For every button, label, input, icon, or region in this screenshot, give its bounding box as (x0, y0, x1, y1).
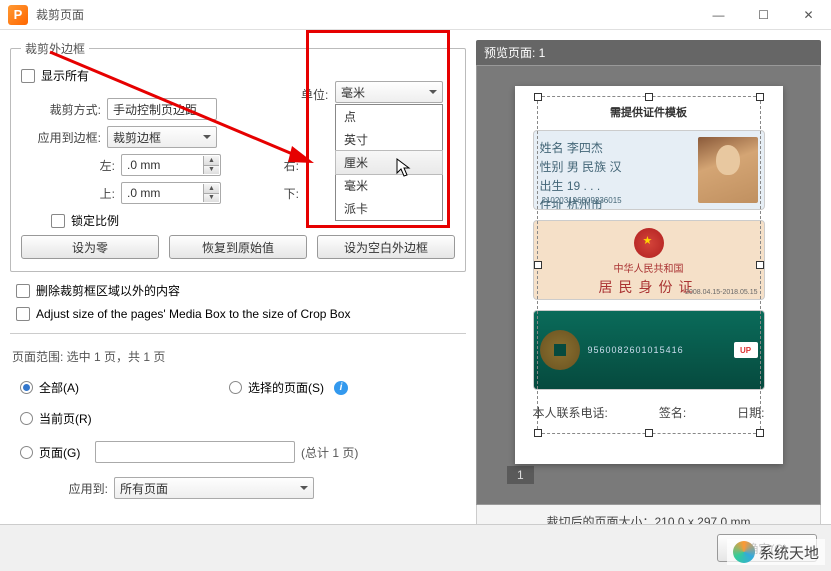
close-button[interactable]: ✕ (786, 0, 831, 30)
crop-handle-tl[interactable] (534, 93, 542, 101)
watermark-text: 系统天地 (759, 542, 819, 563)
adjust-media-checkbox[interactable] (16, 307, 30, 321)
pages-label: 页面(G) (39, 444, 89, 461)
crop-selection[interactable] (537, 96, 761, 434)
cursor-icon (396, 158, 412, 178)
all-pages-radio[interactable] (20, 381, 33, 394)
bottom-label: 下: (271, 185, 299, 202)
crop-handle-br[interactable] (756, 429, 764, 437)
unit-option-point[interactable]: 点 (336, 105, 442, 128)
adjust-media-label: Adjust size of the pages' Media Box to t… (36, 307, 350, 321)
crop-handle-t[interactable] (645, 93, 653, 101)
set-zero-button[interactable]: 设为零 (21, 235, 159, 259)
maximize-button[interactable]: ☐ (741, 0, 786, 30)
show-all-label: 显示所有 (41, 67, 89, 84)
left-label: 左: (21, 157, 115, 174)
remove-outside-checkbox[interactable] (16, 284, 30, 298)
preview-page[interactable]: 需提供证件模板 姓名 李四杰 性别 男 民族 汉 出生 19 . . . 住址 … (515, 86, 783, 464)
crop-handle-r[interactable] (756, 261, 764, 269)
crop-handle-tr[interactable] (756, 93, 764, 101)
crop-handle-l[interactable] (534, 261, 542, 269)
page-range-title: 页面范围: 选中 1 页，共 1 页 (12, 348, 466, 365)
divider (10, 333, 466, 334)
reset-button[interactable]: 恢复到原始值 (169, 235, 307, 259)
crop-handle-bl[interactable] (534, 429, 542, 437)
watermark: 系统天地 (727, 539, 825, 565)
unit-option-cm[interactable]: 厘米 (335, 150, 443, 175)
current-page-radio[interactable] (20, 412, 33, 425)
top-spinner[interactable]: .0 mm ▲▼ (121, 182, 221, 204)
apply-to-select[interactable]: 所有页面 (114, 477, 314, 499)
crop-handle-b[interactable] (645, 429, 653, 437)
apply-border-label: 应用到边框: (21, 129, 101, 146)
unit-option-pica[interactable]: 派卡 (336, 197, 442, 220)
current-page-label: 当前页(R) (39, 410, 92, 427)
preview-header: 预览页面: 1 (476, 40, 821, 65)
pages-input[interactable] (95, 441, 295, 463)
lock-ratio-checkbox[interactable] (51, 214, 65, 228)
crop-mode-label: 裁剪方式: (21, 101, 101, 118)
watermark-logo-icon (733, 541, 755, 563)
pages-total-label: (总计 1 页) (301, 444, 358, 461)
page-thumb-tab[interactable]: 1 (507, 466, 534, 484)
left-spinner[interactable]: .0 mm ▲▼ (121, 154, 221, 176)
show-all-checkbox[interactable] (21, 69, 35, 83)
info-icon[interactable]: i (334, 381, 348, 395)
apply-border-select[interactable]: 裁剪边框 (107, 126, 217, 148)
app-icon: P (8, 5, 28, 25)
crop-mode-input[interactable]: 手动控制页边距 (107, 98, 217, 120)
minimize-button[interactable]: — (696, 0, 741, 30)
unit-dropdown-list[interactable]: 点 英寸 厘米 毫米 派卡 (335, 104, 443, 221)
set-blank-button[interactable]: 设为空白外边框 (317, 235, 455, 259)
unit-option-mm[interactable]: 毫米 (336, 174, 442, 197)
titlebar: P 裁剪页面 — ☐ ✕ (0, 0, 831, 30)
unit-option-inch[interactable]: 英寸 (336, 128, 442, 151)
right-label: 右: (271, 157, 299, 174)
group-title: 裁剪外边框 (21, 40, 89, 57)
pages-radio[interactable] (20, 446, 33, 459)
selected-pages-label: 选择的页面(S) (248, 379, 324, 396)
selected-pages-radio[interactable] (229, 381, 242, 394)
top-label: 上: (21, 185, 115, 202)
unit-label: 单位: (301, 86, 328, 103)
remove-outside-label: 删除裁剪框区域以外的内容 (36, 282, 180, 299)
all-pages-label: 全部(A) (39, 379, 79, 396)
preview-area: 需提供证件模板 姓名 李四杰 性别 男 民族 汉 出生 19 . . . 住址 … (476, 65, 821, 505)
apply-to-label: 应用到: (20, 480, 108, 497)
lock-ratio-label: 锁定比例 (71, 212, 119, 229)
unit-select[interactable]: 毫米 (335, 81, 443, 103)
dialog-footer: 确定(O) (0, 524, 831, 571)
window-title: 裁剪页面 (36, 6, 696, 23)
